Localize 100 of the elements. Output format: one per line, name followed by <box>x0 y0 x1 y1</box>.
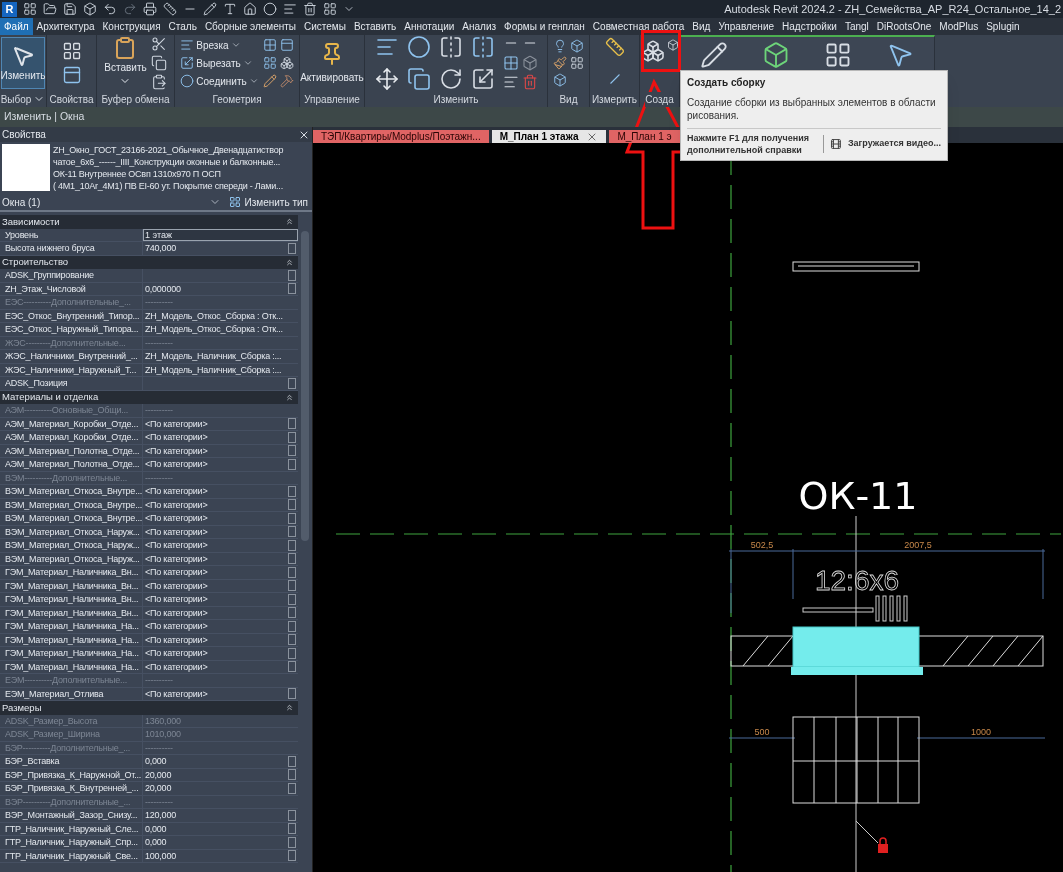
menu-tab[interactable]: Tangl <box>840 18 873 35</box>
lightbulb-icon[interactable] <box>553 39 567 53</box>
property-name: АЭМ_Материал_Полотна_Отде... <box>0 458 143 471</box>
menu-tab[interactable]: Сталь <box>164 18 201 35</box>
undo-icon[interactable] <box>103 2 117 16</box>
menu-tab[interactable]: Splugin <box>982 18 1024 35</box>
associate-parameter-button[interactable] <box>288 269 296 281</box>
section-box-icon[interactable] <box>553 73 567 87</box>
match-properties-icon[interactable] <box>150 74 167 90</box>
associate-parameter-button[interactable] <box>288 418 296 430</box>
close-views-icon[interactable] <box>303 2 317 16</box>
property-name: ВЭМ----------Дополнительные... <box>0 471 143 484</box>
associate-parameter-button[interactable] <box>288 593 296 605</box>
associate-parameter-button[interactable] <box>288 458 296 470</box>
associate-parameter-button[interactable] <box>288 566 296 578</box>
associate-parameter-button[interactable] <box>288 823 296 835</box>
edit-family-icon[interactable] <box>700 41 728 69</box>
open-icon[interactable] <box>43 2 57 16</box>
associate-parameter-button[interactable] <box>288 809 296 821</box>
menu-tab[interactable]: Вставить <box>349 18 401 35</box>
print-icon[interactable] <box>143 2 157 16</box>
associate-parameter-button[interactable] <box>288 769 296 781</box>
menu-tab[interactable]: Архитектура <box>32 18 99 35</box>
view-tab[interactable]: ТЭП/Квартиры/Modplus/Поэтажн... <box>313 130 489 143</box>
associate-parameter-button[interactable] <box>288 377 296 389</box>
property-value: 1010,000 <box>145 728 181 741</box>
associate-parameter-button[interactable] <box>288 634 296 646</box>
ribbon-button[interactable]: Врезка <box>195 37 230 53</box>
menu-tab[interactable]: Системы <box>300 18 350 35</box>
rotate-icon[interactable] <box>438 67 463 91</box>
collapse-icon[interactable] <box>285 703 294 713</box>
associate-parameter-button[interactable] <box>288 661 296 673</box>
collapse-icon[interactable] <box>285 257 294 267</box>
cut-icon[interactable] <box>150 36 167 52</box>
caret-icon[interactable] <box>242 58 253 68</box>
menu-tab[interactable]: Анализ <box>458 18 501 35</box>
associate-parameter-button[interactable] <box>288 647 296 659</box>
associate-parameter-button[interactable] <box>288 620 296 632</box>
save-icon[interactable] <box>63 2 77 16</box>
caret-icon[interactable] <box>230 40 241 50</box>
associate-parameter-button[interactable] <box>288 850 296 862</box>
menu-tab[interactable]: Конструкция <box>98 18 165 35</box>
menu-tab[interactable]: ModPlus <box>935 18 983 35</box>
associate-parameter-button[interactable] <box>288 782 296 794</box>
text-icon[interactable] <box>223 2 237 16</box>
panel-label: Созда <box>645 91 674 107</box>
activate-button[interactable]: Активировать <box>300 41 364 85</box>
associate-parameter-button[interactable] <box>288 499 296 511</box>
caret-icon[interactable] <box>248 76 259 86</box>
move-icon[interactable] <box>374 67 399 91</box>
view-tab[interactable]: М_План 1 э <box>609 130 680 143</box>
ribbon-button[interactable]: Соединить <box>195 73 248 89</box>
menu-tab[interactable]: Файл <box>0 18 33 35</box>
associate-parameter-button[interactable] <box>288 607 296 619</box>
edit-icon[interactable] <box>262 73 277 89</box>
associate-parameter-button[interactable] <box>288 580 296 592</box>
view-tab[interactable]: М_План 1 этажа <box>491 130 607 143</box>
tag-icon[interactable] <box>203 2 217 16</box>
menu-tab[interactable]: Сборные элементы <box>200 18 300 35</box>
property-name: ЖЭС_Наличники_Внутренний_... <box>0 350 143 363</box>
copy-icon[interactable] <box>406 67 431 91</box>
associate-parameter-button[interactable] <box>288 526 296 538</box>
menu-tab[interactable]: DiRootsOne <box>872 18 936 35</box>
hammer-icon[interactable] <box>279 73 294 89</box>
associate-parameter-button[interactable] <box>288 755 296 767</box>
app-logo[interactable]: R <box>2 1 17 17</box>
collapse-icon[interactable] <box>285 217 294 227</box>
collapse-icon[interactable] <box>285 392 294 402</box>
box-icon[interactable] <box>570 39 584 53</box>
brush-icon[interactable] <box>553 56 567 70</box>
associate-parameter-button[interactable] <box>288 539 296 551</box>
edit-type-button[interactable]: Изменить тип <box>228 194 308 210</box>
associate-parameter-button[interactable] <box>288 431 296 443</box>
redo-icon[interactable] <box>123 2 137 16</box>
menu-tab[interactable]: Совместная работа <box>588 18 689 35</box>
ribbon-button[interactable]: Вырезать <box>195 55 242 71</box>
associate-parameter-button[interactable] <box>288 512 296 524</box>
menu-tab[interactable]: Вид <box>688 18 715 35</box>
modify-button[interactable]: Изменить <box>1 37 45 89</box>
associate-parameter-button[interactable] <box>288 836 296 848</box>
menu-tab[interactable]: Формы и генплан <box>500 18 589 35</box>
home-view-icon[interactable] <box>243 2 257 16</box>
menu-tab[interactable]: Управление <box>714 18 779 35</box>
menu-tab[interactable]: Надстройки <box>778 18 841 35</box>
associate-parameter-button[interactable] <box>288 485 296 497</box>
copy-icon[interactable] <box>150 55 167 71</box>
associate-parameter-button[interactable] <box>288 242 296 254</box>
scrollbar[interactable] <box>301 231 309 541</box>
associate-parameter-button[interactable] <box>288 445 296 457</box>
associate-parameter-button[interactable] <box>288 553 296 565</box>
associate-parameter-button[interactable] <box>288 688 296 700</box>
paste-button[interactable]: Вставить <box>104 36 147 90</box>
group-header: Строительство <box>2 256 69 269</box>
delete-icon[interactable] <box>521 74 538 91</box>
measure-icon[interactable] <box>163 2 177 16</box>
menu-tab[interactable]: Аннотации <box>400 18 459 35</box>
type-selector[interactable]: Окна (1) <box>2 194 229 210</box>
property-name: ГТР_Наличник_Наружный_Сле... <box>0 822 143 835</box>
associate-parameter-button[interactable] <box>288 283 296 295</box>
property-value: <По категории> <box>145 525 208 538</box>
